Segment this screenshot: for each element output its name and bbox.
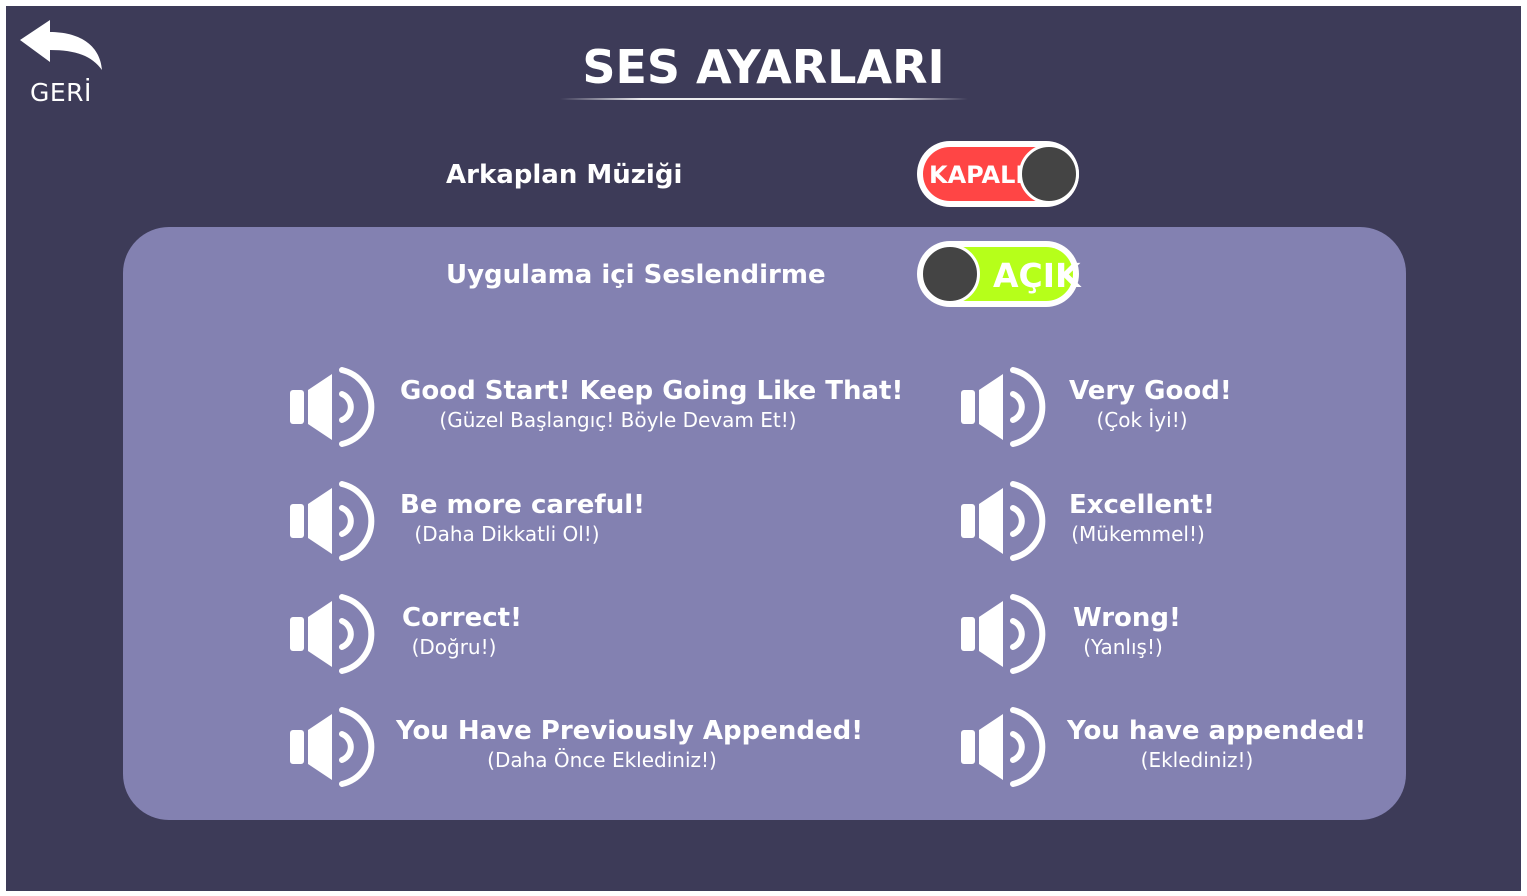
sound-label-tr: (Mükemmel!): [1071, 522, 1205, 546]
speaker-icon: [961, 594, 1046, 674]
sound-correct[interactable]: Correct! (Doğru!): [288, 593, 868, 677]
sound-wrong[interactable]: Wrong! (Yanlış!): [959, 593, 1379, 677]
sound-settings-screen: GERİ SES AYARLARI Arkaplan Müziği KAPALI…: [6, 6, 1521, 891]
sound-label-en: Very Good!: [1069, 376, 1232, 406]
sound-label-tr: (Daha Önce Eklediniz!): [487, 748, 717, 772]
sound-label-en: You Have Previously Appended!: [396, 716, 864, 746]
toggle-state-label: AÇIK: [993, 256, 1081, 295]
sound-very-good[interactable]: Very Good! (Çok İyi!): [959, 366, 1379, 450]
title-underline: [560, 98, 968, 100]
speaker-icon: [290, 481, 375, 561]
in-app-voice-label: Uygulama içi Seslendirme: [446, 260, 826, 290]
speaker-icon: [290, 367, 375, 447]
speaker-icon: [961, 707, 1046, 787]
sound-label-tr: (Çok İyi!): [1096, 408, 1188, 432]
speaker-icon: [961, 481, 1046, 561]
speaker-icon: [961, 367, 1046, 447]
sound-label-tr: (Doğru!): [411, 635, 497, 659]
speaker-icon: [290, 594, 375, 674]
sound-previously-appended[interactable]: You Have Previously Appended! (Daha Önce…: [288, 706, 868, 790]
speaker-icon: [290, 707, 375, 787]
sound-label-en: Wrong!: [1073, 603, 1181, 633]
sound-appended[interactable]: You have appended! (Eklediniz!): [959, 706, 1379, 790]
background-music-toggle[interactable]: KAPALI: [917, 141, 1079, 207]
sound-good-start[interactable]: Good Start! Keep Going Like That! (Güzel…: [288, 366, 904, 450]
sound-label-en: Good Start! Keep Going Like That!: [400, 376, 904, 406]
sound-be-careful[interactable]: Be more careful! (Daha Dikkatli Ol!): [288, 480, 868, 564]
sound-label-en: You have appended!: [1067, 716, 1367, 746]
sound-label-en: Be more careful!: [400, 490, 645, 520]
in-app-voice-toggle[interactable]: AÇIK: [917, 241, 1081, 307]
sound-label-en: Correct!: [402, 603, 522, 633]
sound-label-tr: (Yanlış!): [1083, 635, 1163, 659]
toggle-knob: [1019, 144, 1079, 204]
sound-label-tr: (Eklediniz!): [1140, 748, 1254, 772]
sound-label-tr: (Daha Dikkatli Ol!): [414, 522, 600, 546]
background-music-label: Arkaplan Müziği: [446, 160, 683, 190]
sound-excellent[interactable]: Excellent! (Mükemmel!): [959, 480, 1379, 564]
page-title: SES AYARLARI: [582, 40, 945, 94]
sound-label-en: Excellent!: [1069, 490, 1215, 520]
toggle-state-label: KAPALI: [929, 161, 1025, 189]
toggle-knob: [920, 244, 980, 304]
sound-label-tr: (Güzel Başlangıç! Böyle Devam Et!): [439, 408, 797, 432]
